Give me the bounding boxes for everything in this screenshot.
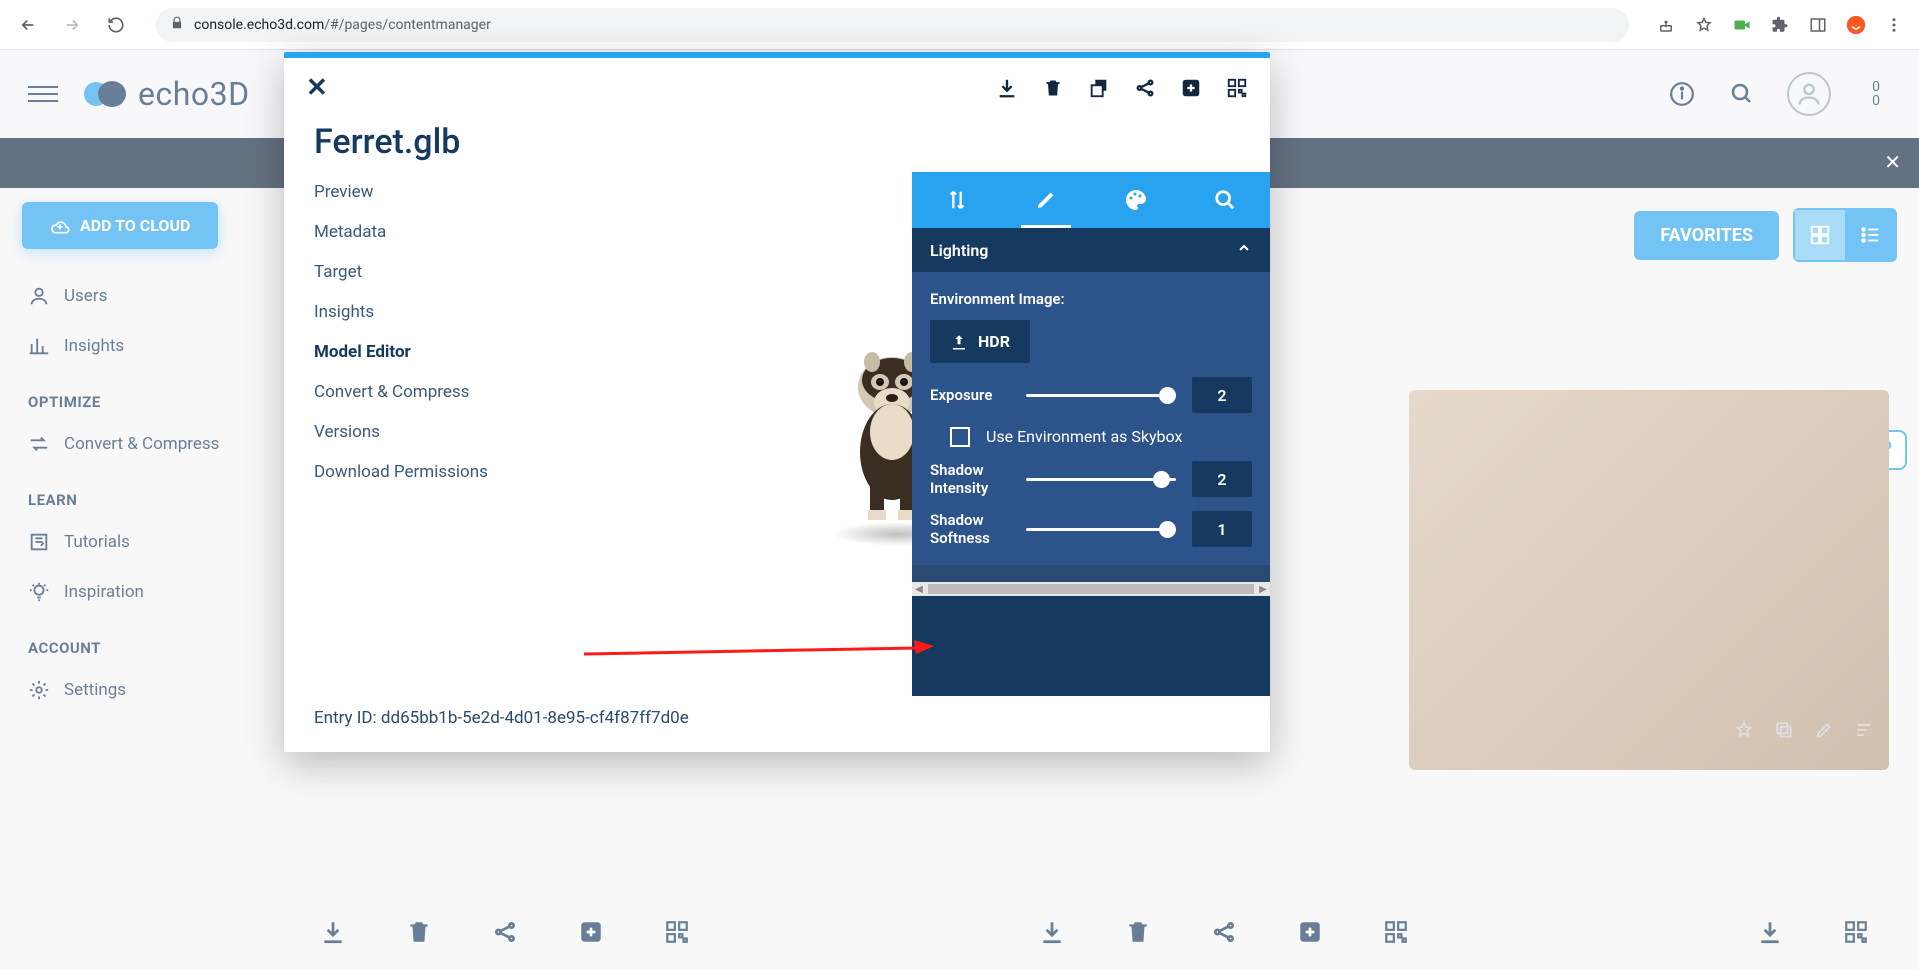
extensions-icon[interactable]: [1769, 14, 1791, 36]
hdr-button-label: HDR: [978, 332, 1010, 351]
kebab-menu-icon[interactable]: [1883, 14, 1905, 36]
exposure-value[interactable]: 2: [1192, 377, 1252, 413]
ext-camera-icon[interactable]: [1731, 14, 1753, 36]
modal-nav-target[interactable]: Target: [314, 262, 514, 282]
tab-transform[interactable]: [912, 172, 1002, 228]
trash-icon[interactable]: [1042, 77, 1064, 99]
upload-hdr-button[interactable]: HDR: [930, 320, 1030, 363]
reload-button[interactable]: [102, 11, 130, 39]
copy-icon[interactable]: [1088, 77, 1110, 99]
tab-search[interactable]: [1181, 172, 1271, 228]
back-button[interactable]: [14, 11, 42, 39]
browser-right-icons: [1655, 14, 1905, 36]
modal-nav-convert[interactable]: Convert & Compress: [314, 382, 514, 402]
asset-modal: ✕ Ferret.glb Preview Metadata Target Ins…: [284, 52, 1270, 752]
shadow-softness-slider[interactable]: [1026, 528, 1176, 531]
shadow-intensity-label: Shadow Intensity: [930, 461, 1010, 497]
panel-h-scrollbar[interactable]: ◀▶: [912, 582, 1270, 596]
modal-nav-preview[interactable]: Preview: [314, 182, 514, 202]
modal-title: Ferret.glb: [284, 118, 1270, 172]
modal-close-button[interactable]: ✕: [306, 73, 328, 103]
star-icon[interactable]: [1693, 14, 1715, 36]
qr-icon[interactable]: [1226, 77, 1248, 99]
editor-side-panel: Lighting Environment Image: HDR Exposure…: [912, 172, 1270, 696]
url-host: console.echo3d.com: [194, 17, 324, 33]
share-icon[interactable]: [1655, 14, 1677, 36]
add-icon[interactable]: [1180, 77, 1202, 99]
panel-icon[interactable]: [1807, 14, 1829, 36]
skybox-checkbox[interactable]: [950, 427, 970, 447]
shadow-softness-value[interactable]: 1: [1192, 511, 1252, 547]
entry-id: dd65bb1b-5e2d-4d01-8e95-cf4f87ff7d0e: [381, 708, 689, 728]
shadow-softness-label: Shadow Softness: [930, 511, 1010, 547]
modal-nav-model-editor[interactable]: Model Editor: [314, 342, 514, 362]
modal-nav-insights[interactable]: Insights: [314, 302, 514, 322]
section-title: Lighting: [930, 241, 988, 260]
address-bar[interactable]: console.echo3d.com/#/pages/contentmanage…: [156, 8, 1629, 42]
modal-footer: Entry ID: dd65bb1b-5e2d-4d01-8e95-cf4f87…: [284, 692, 1270, 752]
lighting-section-header[interactable]: Lighting: [912, 228, 1270, 272]
share-icon[interactable]: [1134, 77, 1156, 99]
forward-button[interactable]: [58, 11, 86, 39]
chevron-up-icon: [1236, 240, 1252, 260]
shadow-intensity-value[interactable]: 2: [1192, 461, 1252, 497]
exposure-label: Exposure: [930, 386, 1010, 404]
skybox-label: Use Environment as Skybox: [986, 427, 1182, 446]
modal-nav-metadata[interactable]: Metadata: [314, 222, 514, 242]
lock-icon: [170, 16, 184, 34]
tab-edit[interactable]: [1002, 172, 1092, 228]
download-icon[interactable]: [996, 77, 1018, 99]
profile-icon[interactable]: [1845, 14, 1867, 36]
modal-nav: Preview Metadata Target Insights Model E…: [314, 172, 514, 692]
browser-toolbar: console.echo3d.com/#/pages/contentmanage…: [0, 0, 1919, 50]
url-path: /#/pages/contentmanager: [324, 17, 491, 33]
env-image-label: Environment Image:: [930, 290, 1252, 308]
tab-palette[interactable]: [1091, 172, 1181, 228]
panel-footer: [912, 596, 1270, 696]
shadow-intensity-slider[interactable]: [1026, 478, 1176, 481]
exposure-slider[interactable]: [1026, 394, 1176, 397]
modal-nav-permissions[interactable]: Download Permissions: [314, 462, 514, 482]
modal-nav-versions[interactable]: Versions: [314, 422, 514, 442]
